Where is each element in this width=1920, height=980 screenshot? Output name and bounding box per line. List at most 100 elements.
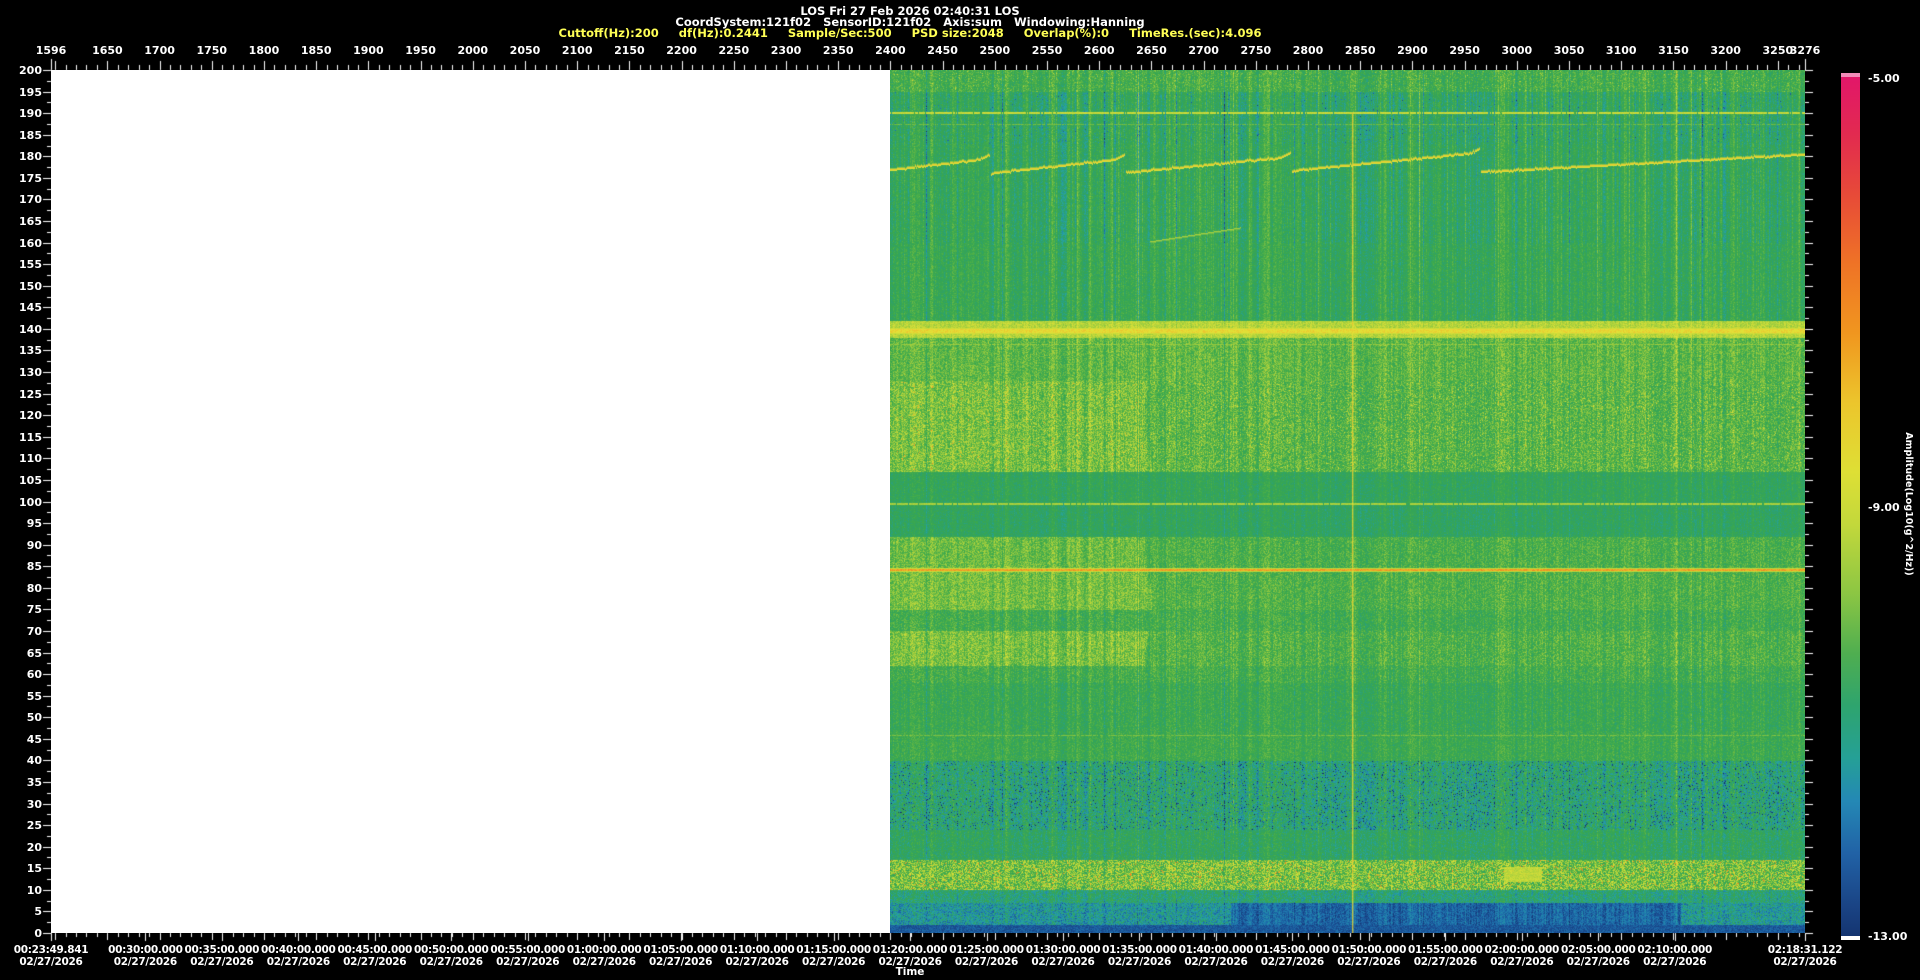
frequency-axis-label: 5 <box>0 905 42 918</box>
frequency-axis-label: 100 <box>0 496 42 509</box>
time-axis-label: 02:10:00.00002/27/2026 <box>1637 944 1712 968</box>
record-axis-label: 2750 <box>1241 44 1272 57</box>
record-axis-label: 2850 <box>1345 44 1376 57</box>
time-axis-label: 01:15:00.00002/27/2026 <box>796 944 871 968</box>
time-axis-label: 00:35:00.00002/27/2026 <box>185 944 260 968</box>
time-axis-title: Time <box>0 966 1820 978</box>
time-axis-label: 01:10:00.00002/27/2026 <box>720 944 795 968</box>
record-axis-label: 2350 <box>823 44 854 57</box>
frequency-axis-label: 190 <box>0 107 42 120</box>
record-axis-label: 1700 <box>144 44 175 57</box>
frequency-axis-label: 20 <box>0 841 42 854</box>
record-axis-label: 3250 <box>1763 44 1794 57</box>
record-axis-label: 2300 <box>771 44 802 57</box>
time-axis-label: 02:18:31.12202/27/2026 <box>1768 944 1843 968</box>
frequency-axis-label: 25 <box>0 819 42 832</box>
frequency-axis-label: 15 <box>0 862 42 875</box>
frequency-axis-label: 115 <box>0 431 42 444</box>
time-axis-label: 00:55:00.00002/27/2026 <box>490 944 565 968</box>
record-axis-label: 2900 <box>1397 44 1428 57</box>
time-axis-label: 01:35:00.00002/27/2026 <box>1102 944 1177 968</box>
frequency-axis-label: 180 <box>0 150 42 163</box>
record-axis-label: 2700 <box>1188 44 1219 57</box>
time-axis-label: 01:20:00.00002/27/2026 <box>873 944 948 968</box>
record-axis-label: 1900 <box>353 44 384 57</box>
record-axis-label: 3276 <box>1790 44 1821 57</box>
time-axis-label: 02:05:00.00002/27/2026 <box>1561 944 1636 968</box>
colorbar-mid-label: -9.00 <box>1868 501 1900 514</box>
frequency-axis-label: 105 <box>0 474 42 487</box>
record-axis-label: 1750 <box>196 44 227 57</box>
no-data-region <box>51 70 890 933</box>
frequency-axis-label: 150 <box>0 280 42 293</box>
frequency-axis-label: 145 <box>0 301 42 314</box>
time-axis-label: 00:45:00.00002/27/2026 <box>337 944 412 968</box>
record-axis-label: 2650 <box>1136 44 1167 57</box>
time-axis-label: 01:50:00.00002/27/2026 <box>1332 944 1407 968</box>
frequency-axis-label: 35 <box>0 776 42 789</box>
record-axis-label: 3100 <box>1606 44 1637 57</box>
time-axis-label: 00:30:00.00002/27/2026 <box>108 944 183 968</box>
frequency-axis-label: 10 <box>0 884 42 897</box>
colorbar-max-label: -5.00 <box>1868 72 1900 85</box>
record-axis-label: 1650 <box>92 44 123 57</box>
colorbar <box>1841 73 1860 940</box>
record-axis-label: 2200 <box>666 44 697 57</box>
frequency-axis-label: 170 <box>0 193 42 206</box>
frequency-axis-label: 175 <box>0 172 42 185</box>
frequency-axis-label: 45 <box>0 733 42 746</box>
record-axis-label: 2150 <box>614 44 645 57</box>
record-axis-label: 3050 <box>1554 44 1585 57</box>
record-axis-label: 2000 <box>457 44 488 57</box>
frequency-axis-label: 50 <box>0 711 42 724</box>
record-axis-label: 2500 <box>980 44 1011 57</box>
frequency-axis-label: 120 <box>0 409 42 422</box>
frequency-axis-label: 185 <box>0 129 42 142</box>
record-axis-label: 1596 <box>36 44 67 57</box>
frequency-axis-label: 40 <box>0 754 42 767</box>
frequency-axis-label: 200 <box>0 64 42 77</box>
colorbar-min-label: -13.00 <box>1868 930 1907 943</box>
frequency-axis-label: 160 <box>0 237 42 250</box>
record-axis-label: 1850 <box>301 44 332 57</box>
frequency-axis-label: 85 <box>0 560 42 573</box>
frequency-axis-label: 65 <box>0 647 42 660</box>
frequency-axis-label: 90 <box>0 539 42 552</box>
colorbar-title: Amplitude(Log10(g^2/Hz)) <box>1903 432 1914 575</box>
frequency-axis-label: 110 <box>0 452 42 465</box>
colorbar-bottom-cap <box>1841 936 1860 940</box>
spectrogram-canvas[interactable] <box>890 70 1805 933</box>
record-axis-label: 2950 <box>1449 44 1480 57</box>
frequency-axis-label: 95 <box>0 517 42 530</box>
time-axis-label: 02:00:00.00002/27/2026 <box>1485 944 1560 968</box>
record-axis-label: 2450 <box>927 44 958 57</box>
frequency-axis-label: 0 <box>0 927 42 940</box>
record-axis-label: 3150 <box>1658 44 1689 57</box>
frequency-axis-label: 155 <box>0 258 42 271</box>
colorbar-top-cap <box>1841 73 1860 77</box>
frequency-axis-label: 140 <box>0 323 42 336</box>
frequency-axis-label: 55 <box>0 690 42 703</box>
record-axis-label: 1950 <box>405 44 436 57</box>
record-axis-label: 2100 <box>562 44 593 57</box>
record-axis-label: 2400 <box>875 44 906 57</box>
frequency-axis-label: 80 <box>0 582 42 595</box>
time-axis-label: 01:45:00.00002/27/2026 <box>1255 944 1330 968</box>
record-axis-label: 3000 <box>1502 44 1533 57</box>
time-axis-label: 01:40:00.00002/27/2026 <box>1179 944 1254 968</box>
time-axis-label: 00:40:00.00002/27/2026 <box>261 944 336 968</box>
time-axis-label: 01:00:00.00002/27/2026 <box>567 944 642 968</box>
frequency-axis-label: 30 <box>0 798 42 811</box>
spectrogram-app: { "app": {"background": "#000000", "no_d… <box>0 0 1920 980</box>
time-axis-label: 00:23:49.84102/27/2026 <box>14 944 89 968</box>
frequency-axis-label: 130 <box>0 366 42 379</box>
time-axis-label: 01:25:00.00002/27/2026 <box>949 944 1024 968</box>
frequency-axis-label: 60 <box>0 668 42 681</box>
frequency-axis-label: 195 <box>0 86 42 99</box>
record-axis-label: 2600 <box>1084 44 1115 57</box>
record-axis-label: 2050 <box>510 44 541 57</box>
record-axis-label: 3200 <box>1710 44 1741 57</box>
record-axis-label: 2250 <box>718 44 749 57</box>
frequency-axis-label: 75 <box>0 603 42 616</box>
frequency-axis-label: 70 <box>0 625 42 638</box>
